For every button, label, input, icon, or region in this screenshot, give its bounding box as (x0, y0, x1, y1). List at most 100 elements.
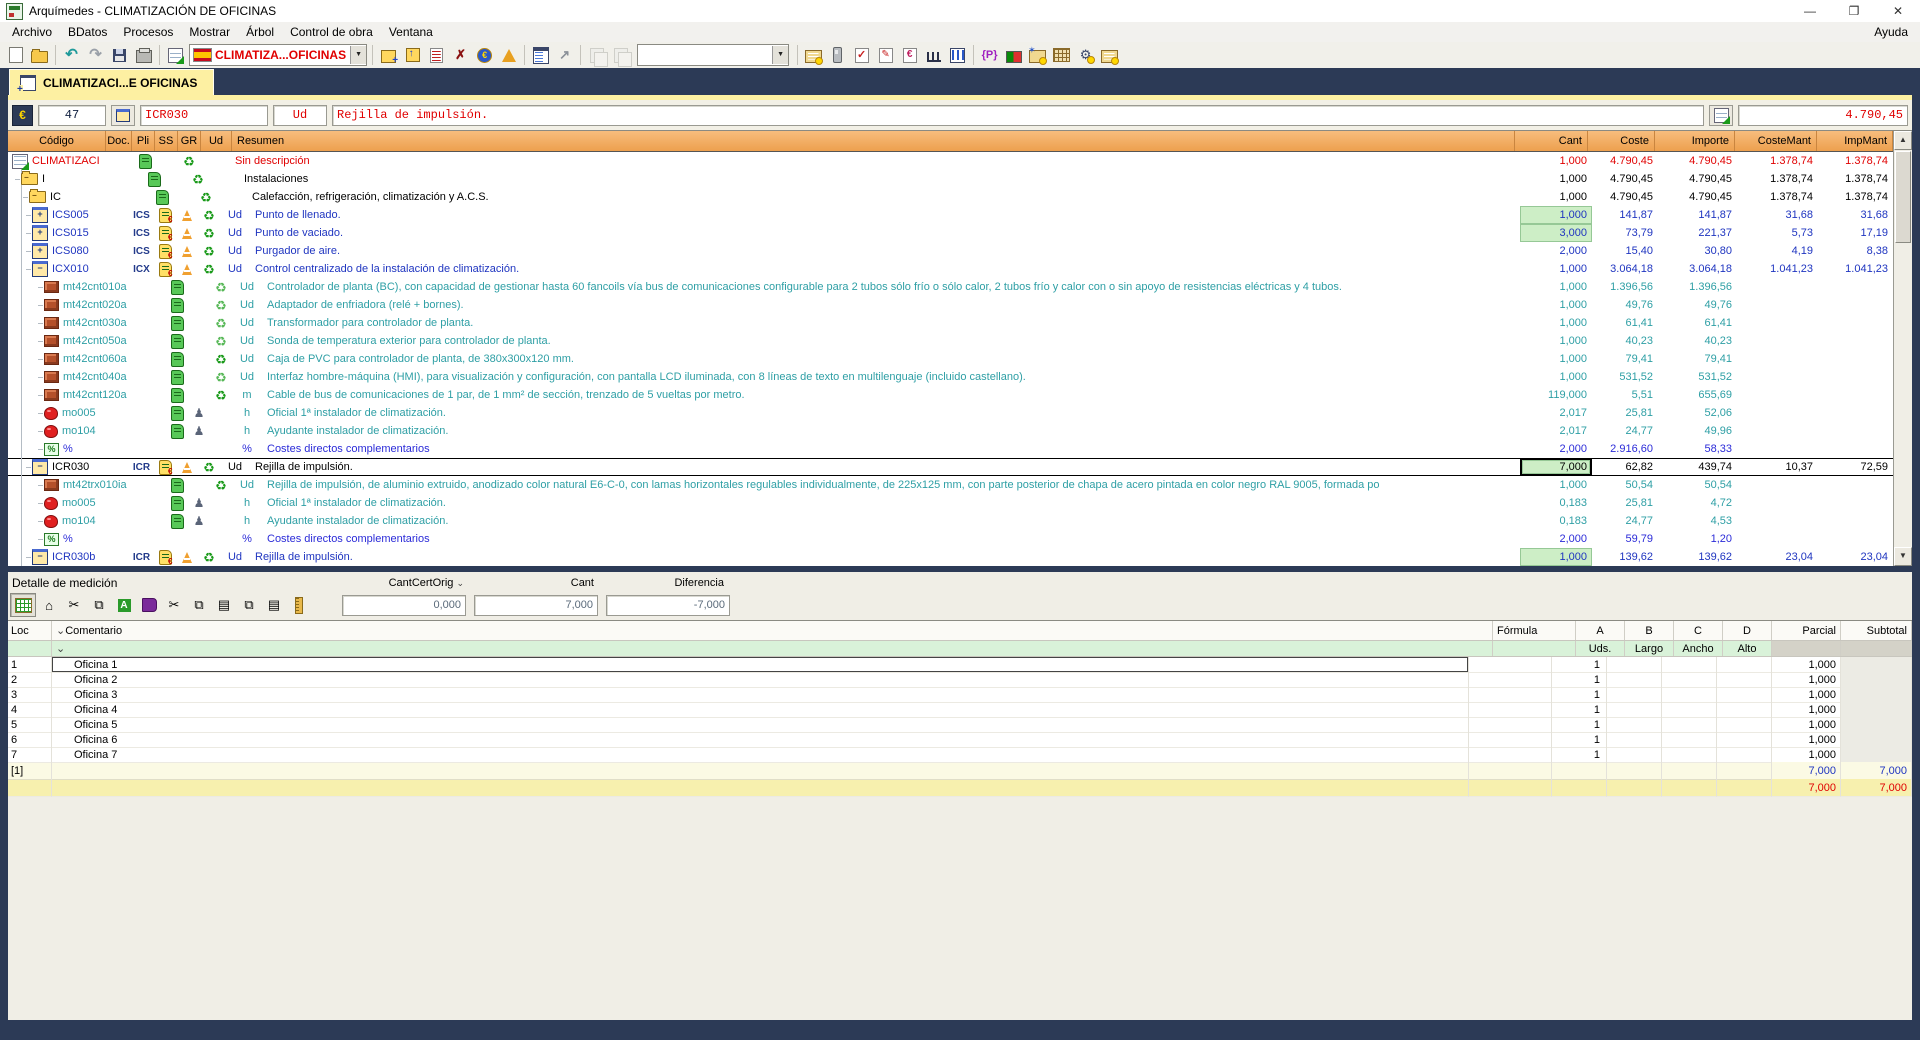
search-combo[interactable]: ▼ (637, 44, 790, 66)
largo-cell[interactable] (1607, 687, 1662, 703)
comment-cell[interactable]: Oficina 3 (52, 687, 1469, 703)
measurement-row[interactable]: 4 Oficina 4 1 1,000 (8, 702, 1912, 718)
unit-icon[interactable]: + (32, 243, 48, 259)
unit-icon[interactable]: − (32, 459, 48, 475)
minimize-button[interactable]: — (1788, 0, 1832, 22)
largo-cell[interactable] (1607, 717, 1662, 733)
cant-cell[interactable]: 2,017 (1520, 422, 1592, 440)
comment-cell[interactable]: Oficina 6 (52, 732, 1469, 748)
close-button[interactable]: ✕ (1876, 0, 1920, 22)
column-header-importe[interactable]: Importe (1655, 131, 1735, 151)
col-header-b[interactable]: B (1625, 621, 1674, 640)
code-field[interactable]: ICR030 (140, 104, 268, 126)
histogram-button[interactable] (922, 44, 945, 66)
formula-cell[interactable] (1469, 687, 1552, 703)
tree-row[interactable]: −ICR030 ICR ♻ Ud Rejilla de impulsión. 7,000 6… (8, 458, 1893, 476)
new-job-button[interactable] (377, 44, 400, 66)
menu-bdatos[interactable]: BDatos (60, 24, 115, 40)
alert-cone-button[interactable] (497, 44, 520, 66)
column-header-cant[interactable]: Cant (1515, 131, 1588, 151)
formula-cell[interactable] (1469, 672, 1552, 688)
measurement-row[interactable]: 6 Oficina 6 1 1,000 (8, 732, 1912, 748)
col-header-a[interactable]: A (1576, 621, 1625, 640)
column-header-código[interactable]: Código (8, 131, 106, 151)
formula-cell[interactable] (1469, 702, 1552, 718)
edit-doc-button[interactable]: ✎ (874, 44, 897, 66)
price-euro-button[interactable]: € (473, 44, 496, 66)
summary-field[interactable]: Rejilla de impulsión. (332, 104, 1704, 126)
diferencia-field[interactable]: -7,000 (606, 594, 730, 616)
cant-cell[interactable]: 3,000 (1520, 224, 1592, 242)
scroll-up-button[interactable]: ▲ (1894, 131, 1912, 150)
scroll-down-button[interactable]: ▼ (1894, 547, 1912, 566)
menu-árbol[interactable]: Árbol (238, 24, 282, 40)
alto-cell[interactable] (1717, 732, 1772, 748)
measurement-row[interactable]: 2 Oficina 2 1 1,000 (8, 672, 1912, 688)
cant-cell[interactable]: 1,000 (1520, 350, 1592, 368)
column-header-doc[interactable]: Doc. (106, 131, 132, 151)
unit-icon[interactable]: − (32, 549, 48, 565)
tree-row[interactable]: IC ♻ Calefacción, refrigeración, climatiza… (8, 188, 1893, 206)
tree-row[interactable]: mt42cnt120a ♻ m Cable de bus de comunicacio… (8, 386, 1893, 404)
tree-row[interactable]: mo104 ♟ h Ayudante instalador de climatizac… (8, 422, 1893, 440)
formula-cell[interactable] (1469, 732, 1552, 748)
cantcertorig-label[interactable]: CantCertOrig ⌄ (342, 577, 472, 589)
cant-cell[interactable]: 7,000 (1520, 458, 1592, 476)
job-combo[interactable]: CLIMATIZA...OFICINAS ▼ (189, 44, 368, 66)
comment-cell[interactable]: Oficina 7 (52, 747, 1469, 763)
chart-button[interactable]: ↗ (553, 44, 576, 66)
tree-row[interactable]: mo005 ♟ h Oficial 1ª instalador de climatiz… (8, 404, 1893, 422)
window-mini-button[interactable] (111, 104, 135, 126)
menu-procesos[interactable]: Procesos (115, 24, 181, 40)
cant-field[interactable]: 7,000 (474, 594, 598, 616)
device-button[interactable] (826, 44, 849, 66)
tree-row[interactable]: mt42cnt060a ♻ Ud Caja de PVC para controlad… (8, 350, 1893, 368)
ancho-cell[interactable] (1662, 732, 1717, 748)
scroll-track[interactable] (1894, 244, 1912, 547)
ancho-cell[interactable] (1662, 717, 1717, 733)
tree-row[interactable]: mt42cnt030a ♻ Ud Transformador para control… (8, 314, 1893, 332)
alto-cell[interactable] (1717, 687, 1772, 703)
alto-cell[interactable] (1717, 717, 1772, 733)
cant-cell[interactable]: 0,183 (1520, 494, 1592, 512)
measurement-row[interactable]: 1 Oficina 1 1 1,000 (8, 657, 1912, 673)
search-combo-arrow-icon[interactable]: ▼ (772, 46, 789, 64)
job-combo-arrow-icon[interactable]: ▼ (350, 46, 367, 64)
amount-field[interactable]: 4.790,45 (1738, 104, 1908, 126)
ancho-cell[interactable] (1662, 747, 1717, 763)
maximize-button[interactable]: ❐ (1832, 0, 1876, 22)
uds-cell[interactable]: 1 (1552, 732, 1607, 748)
parcial-header[interactable]: Parcial (1772, 621, 1841, 640)
largo-cell[interactable] (1607, 747, 1662, 763)
flag-chart-button[interactable] (1002, 44, 1025, 66)
tree-row[interactable]: −ICX010 ICX ♻ Ud Control centralizado de la … (8, 260, 1893, 278)
scroll-thumb[interactable] (1895, 151, 1911, 243)
filter-chevron-icon[interactable]: ⌄ (56, 642, 65, 655)
zoom-prev-button[interactable]: ⌂ (37, 594, 61, 616)
tree-row[interactable]: CLIMATIZACI ♻ Sin descripción 1,000 4.790,45… (8, 152, 1893, 170)
cant-cell[interactable]: 1,000 (1520, 170, 1592, 188)
cantcertorig-field[interactable]: 0,000 (342, 594, 466, 616)
tree-row[interactable]: mo104 ♟ h Ayudante instalador de climatizac… (8, 512, 1893, 530)
tree-row[interactable]: mt42cnt050a ♻ Ud Sonda de temperatura exter… (8, 332, 1893, 350)
column-header-resumen[interactable]: Resumen (232, 131, 1515, 151)
job-view-button[interactable] (164, 44, 187, 66)
cant-cell[interactable]: 1,000 (1520, 206, 1592, 224)
column-header-coste[interactable]: Coste (1588, 131, 1655, 151)
copy-button[interactable]: ⧉ (187, 594, 211, 616)
cant-cell[interactable]: 1,000 (1520, 368, 1592, 386)
comment-cell[interactable]: Oficina 5 (52, 717, 1469, 733)
cant-cell[interactable]: 0,183 (1520, 512, 1592, 530)
col-header-d[interactable]: D (1723, 621, 1772, 640)
tree-row[interactable]: mt42trx010ia ♻ Ud Rejilla de impulsión, de … (8, 476, 1893, 494)
tree-row[interactable]: mt42cnt020a ♻ Ud Adaptador de enfriadora (r… (8, 296, 1893, 314)
ruler-button[interactable] (287, 594, 311, 616)
uds-cell[interactable]: 1 (1552, 687, 1607, 703)
undo-button[interactable]: ↶ (60, 44, 83, 66)
column-header-ud[interactable]: Ud (201, 131, 232, 151)
cant-cell[interactable]: 1,000 (1520, 314, 1592, 332)
ancho-cell[interactable] (1662, 687, 1717, 703)
cant-cell[interactable]: 1,000 (1520, 260, 1592, 278)
paste-button[interactable]: ▤ (212, 594, 236, 616)
meas-table-button[interactable] (10, 593, 36, 617)
